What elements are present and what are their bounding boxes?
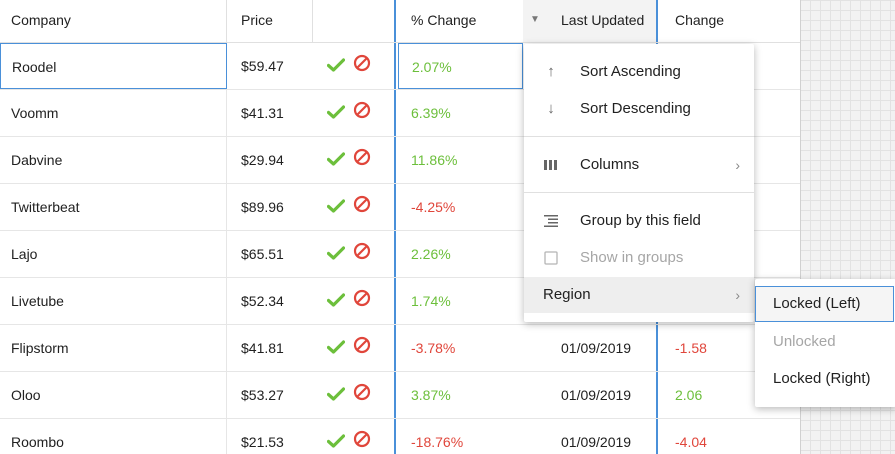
cell-company[interactable]: Dabvine	[0, 137, 227, 183]
ban-icon[interactable]	[353, 185, 371, 231]
column-header-company[interactable]: Company	[0, 0, 227, 42]
column-header-change[interactable]: Change	[660, 0, 800, 42]
cell-pct-change[interactable]: 2.26%	[398, 231, 523, 277]
checkmark-icon[interactable]	[326, 138, 346, 184]
menu-separator	[524, 136, 754, 137]
cell-company[interactable]: Livetube	[0, 278, 227, 324]
column-header-last-updated[interactable]: Last Updated	[547, 0, 658, 42]
cell-price[interactable]: $29.94	[227, 137, 313, 183]
menu-item-label: Locked (Left)	[773, 295, 861, 312]
cell-actions	[313, 184, 396, 230]
cell-actions	[313, 231, 396, 277]
cell-price[interactable]: $59.47	[227, 43, 313, 89]
arrow-down-icon: ↓	[547, 100, 555, 117]
region-submenu: Locked (Left) Unlocked Locked (Right)	[755, 279, 895, 407]
cell-price[interactable]: $65.51	[227, 231, 313, 277]
column-header-actions[interactable]	[313, 0, 396, 42]
cell-company[interactable]: Voomm	[0, 90, 227, 136]
cell-pct-change[interactable]: 2.07%	[398, 43, 523, 89]
column-menu: ↑ Sort Ascending ↓ Sort Descending Colum…	[524, 44, 754, 322]
checkmark-icon[interactable]	[326, 326, 346, 372]
checkmark-icon[interactable]	[326, 44, 346, 90]
cell-change[interactable]: -4.04	[660, 419, 800, 454]
cell-pct-change[interactable]: 11.86%	[398, 137, 523, 183]
cell-actions	[313, 137, 396, 183]
checkmark-icon[interactable]	[326, 420, 346, 454]
menu-item-sort-ascending[interactable]: ↑ Sort Ascending	[524, 54, 754, 90]
ban-icon[interactable]	[353, 44, 371, 90]
table-row[interactable]: Flipstorm $41.81 -3.78% 01/09/2019 -1.58	[0, 325, 800, 372]
cell-company[interactable]: Flipstorm	[0, 325, 227, 371]
checkbox-icon	[542, 240, 560, 276]
ban-icon[interactable]	[353, 420, 371, 454]
chevron-right-icon: ›	[735, 287, 740, 303]
menu-item-label: Region	[543, 286, 591, 303]
cell-company[interactable]: Roodel	[0, 43, 227, 89]
caret-down-icon[interactable]: ▼	[523, 0, 547, 42]
cell-last-updated[interactable]: 01/09/2019	[523, 325, 658, 371]
checkmark-icon[interactable]	[326, 91, 346, 137]
checkmark-icon[interactable]	[326, 373, 346, 419]
cell-actions	[313, 419, 396, 454]
cell-last-updated[interactable]: 01/09/2019	[523, 372, 658, 418]
cell-last-updated[interactable]: 01/09/2019	[523, 419, 658, 454]
cell-actions	[313, 325, 396, 371]
menu-item-unlocked[interactable]: Unlocked	[755, 324, 895, 360]
menu-item-label: Columns	[580, 156, 640, 173]
cell-company[interactable]: Oloo	[0, 372, 227, 418]
ban-icon[interactable]	[353, 138, 371, 184]
menu-item-show-in-groups[interactable]: Show in groups	[524, 240, 754, 276]
cell-price[interactable]: $21.53	[227, 419, 313, 454]
table-row[interactable]: Oloo $53.27 3.87% 01/09/2019 2.06	[0, 372, 800, 419]
ban-icon[interactable]	[353, 326, 371, 372]
menu-item-columns[interactable]: Columns ›	[524, 147, 754, 183]
column-header-price[interactable]: Price	[227, 0, 313, 42]
menu-separator	[524, 192, 754, 193]
menu-item-group-by[interactable]: Group by this field	[524, 203, 754, 239]
cell-actions	[313, 90, 396, 136]
menu-item-label: Sort Descending	[580, 100, 691, 117]
menu-item-label: Sort Ascending	[580, 63, 681, 80]
cell-company[interactable]: Lajo	[0, 231, 227, 277]
checkmark-icon[interactable]	[326, 185, 346, 231]
table-row[interactable]: Roombo $21.53 -18.76% 01/09/2019 -4.04	[0, 419, 800, 454]
cell-pct-change[interactable]: -4.25%	[398, 184, 523, 230]
menu-item-label: Group by this field	[580, 212, 701, 229]
menu-item-label: Show in groups	[580, 249, 684, 266]
cell-price[interactable]: $89.96	[227, 184, 313, 230]
grid-header: Company Price % Change ▼ Last Updated Ch…	[0, 0, 800, 43]
cell-pct-change[interactable]: 3.87%	[398, 372, 523, 418]
cell-company[interactable]: Roombo	[0, 419, 227, 454]
columns-icon	[542, 147, 560, 183]
cell-pct-change[interactable]: 1.74%	[398, 278, 523, 324]
ban-icon[interactable]	[353, 279, 371, 325]
cell-pct-change[interactable]: -18.76%	[398, 419, 523, 454]
menu-item-locked-right[interactable]: Locked (Right)	[755, 361, 895, 397]
column-header-pct-change[interactable]: % Change	[398, 0, 523, 42]
cell-price[interactable]: $53.27	[227, 372, 313, 418]
group-lines-icon	[542, 203, 560, 239]
cell-actions	[313, 278, 396, 324]
menu-item-locked-left[interactable]: Locked (Left)	[755, 286, 894, 322]
checkmark-icon[interactable]	[326, 232, 346, 278]
ban-icon[interactable]	[353, 232, 371, 278]
menu-item-label: Locked (Right)	[773, 370, 871, 387]
menu-item-region[interactable]: Region ›	[524, 277, 754, 313]
cell-price[interactable]: $52.34	[227, 278, 313, 324]
menu-item-label: Unlocked	[773, 333, 836, 350]
checkmark-icon[interactable]	[326, 279, 346, 325]
cell-actions	[313, 43, 396, 89]
cell-pct-change[interactable]: -3.78%	[398, 325, 523, 371]
ban-icon[interactable]	[353, 373, 371, 419]
menu-item-sort-descending[interactable]: ↓ Sort Descending	[524, 91, 754, 127]
cell-price[interactable]: $41.31	[227, 90, 313, 136]
arrow-up-icon: ↑	[547, 63, 555, 80]
cell-price[interactable]: $41.81	[227, 325, 313, 371]
ban-icon[interactable]	[353, 91, 371, 137]
cell-company[interactable]: Twitterbeat	[0, 184, 227, 230]
chevron-right-icon: ›	[735, 157, 740, 173]
cell-actions	[313, 372, 396, 418]
cell-pct-change[interactable]: 6.39%	[398, 90, 523, 136]
